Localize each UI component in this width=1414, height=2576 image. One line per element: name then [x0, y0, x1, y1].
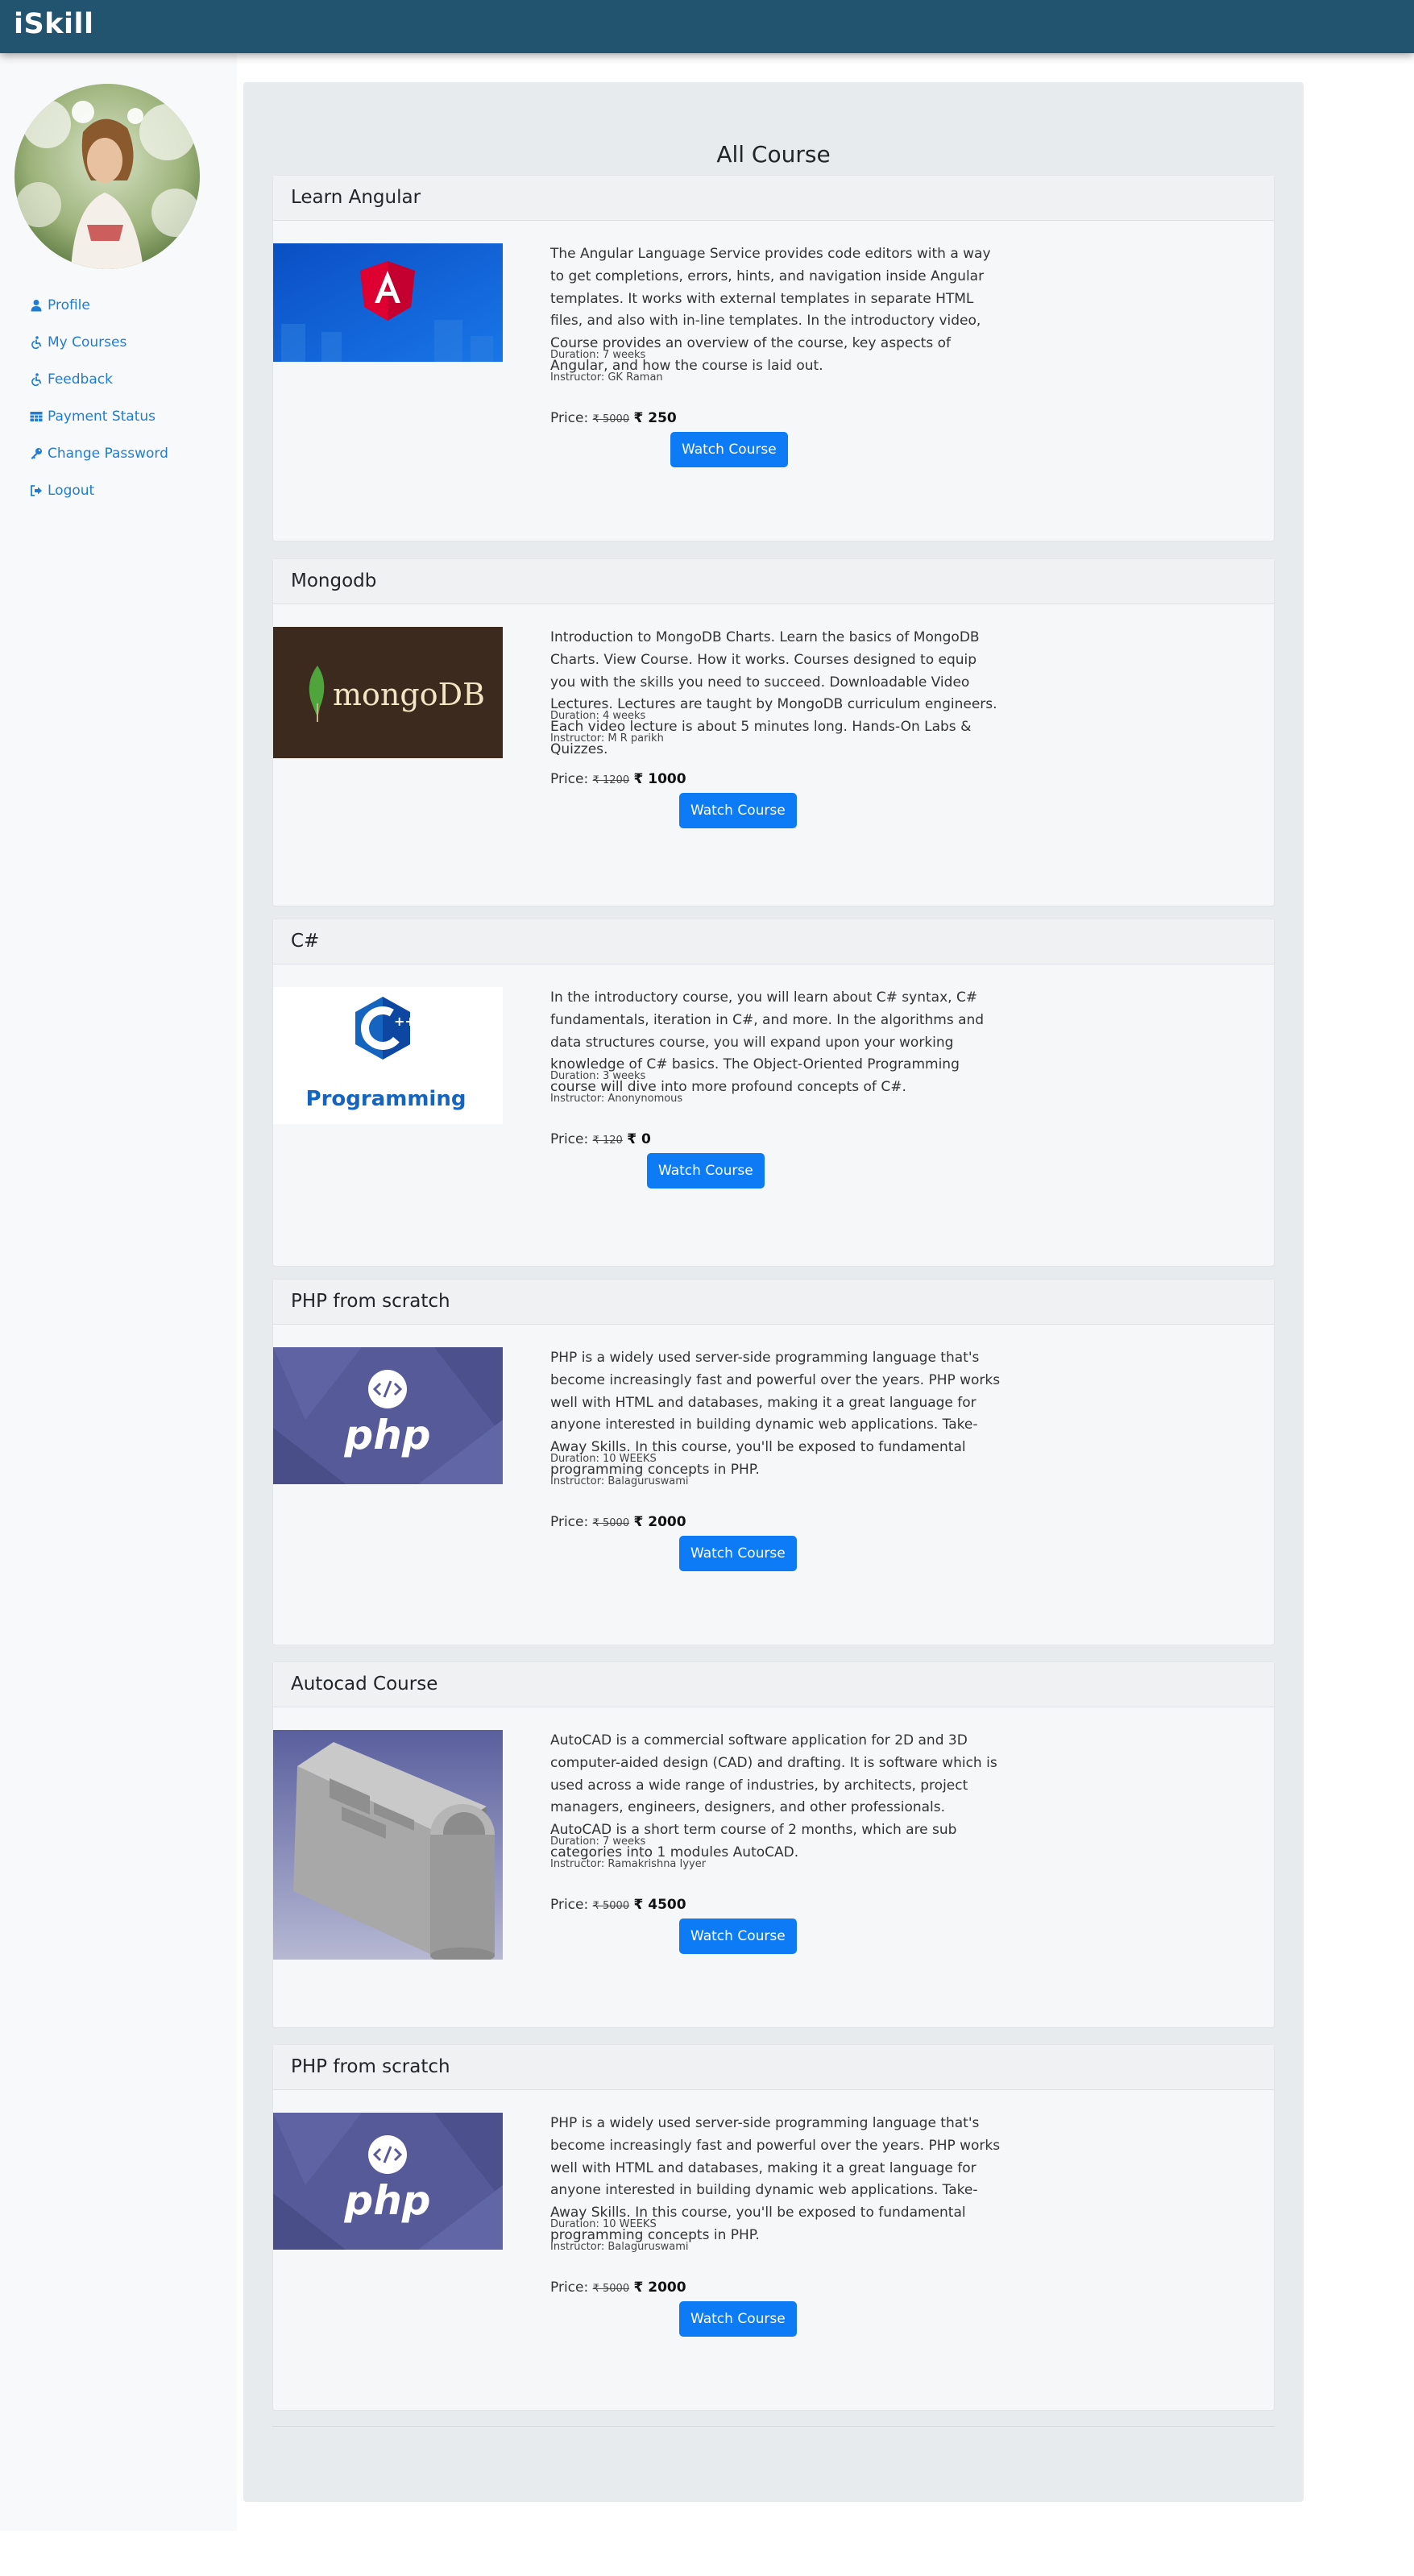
course-card: PHP from scratch php PHP is a widely use…	[272, 2044, 1275, 2411]
cpp-programming-logo: ++ Programming	[273, 987, 503, 1124]
php-logo: php	[273, 1347, 503, 1484]
original-price: ₹ 1200	[592, 774, 630, 786]
course-card: Learn Angular The Angular Language Servi…	[272, 175, 1275, 541]
original-price: ₹ 5000	[592, 1517, 630, 1529]
watch-course-button[interactable]: Watch Course	[679, 793, 797, 828]
sign-out-icon	[28, 483, 44, 499]
course-title: C#	[273, 919, 1274, 964]
course-title: Mongodb	[273, 559, 1274, 604]
price-label: Price:	[550, 1131, 589, 1147]
sidebar-nav: Profile My Courses Feedback Payment Stat…	[28, 287, 168, 509]
sidebar: Profile My Courses Feedback Payment Stat…	[0, 53, 237, 2531]
course-duration: Duration: 4 weeks	[550, 710, 646, 722]
sidebar-item-change-password[interactable]: Change Password	[28, 435, 168, 472]
sidebar-item-label: My Courses	[48, 334, 127, 351]
watch-course-button[interactable]: Watch Course	[679, 2301, 797, 2337]
page-title: All Course	[716, 141, 831, 168]
accessibility-icon	[28, 334, 44, 351]
key-icon	[28, 446, 44, 462]
php-logo: php	[273, 2113, 503, 2250]
sidebar-item-my-courses[interactable]: My Courses	[28, 324, 168, 361]
course-price: Price: ₹ 1200 ₹ 1000	[550, 771, 686, 787]
sidebar-item-label: Logout	[48, 483, 95, 499]
discounted-price: ₹ 4500	[633, 1897, 686, 1913]
accessibility-icon	[28, 371, 44, 388]
course-card: Mongodb mongoDB Introduction to MongoDB …	[272, 558, 1275, 906]
autocad-model	[273, 1730, 503, 1960]
course-duration: Duration: 7 weeks	[550, 1836, 646, 1848]
course-duration: Duration: 10 WEEKS	[550, 1453, 657, 1465]
course-instructor: Instructor: Balaguruswami	[550, 1475, 689, 1487]
price-label: Price:	[550, 410, 589, 426]
course-instructor: Instructor: Balaguruswami	[550, 2241, 689, 2253]
course-price: Price: ₹ 5000 ₹ 250	[550, 410, 677, 426]
brand-logo[interactable]: iSkill	[14, 8, 93, 40]
table-icon	[28, 409, 44, 425]
discounted-price: ₹ 250	[633, 410, 677, 426]
sidebar-item-label: Feedback	[48, 371, 113, 388]
watch-course-button[interactable]: Watch Course	[670, 432, 788, 467]
discounted-price: ₹ 2000	[633, 2279, 686, 2296]
watch-course-button[interactable]: Watch Course	[647, 1153, 765, 1188]
sidebar-item-label: Change Password	[48, 446, 168, 462]
course-duration: Duration: 3 weeks	[550, 1070, 646, 1082]
sidebar-item-logout[interactable]: Logout	[28, 472, 168, 509]
original-price: ₹ 5000	[592, 1900, 630, 1912]
avatar	[15, 84, 200, 269]
sidebar-item-label: Payment Status	[48, 409, 155, 425]
top-navbar: iSkill	[0, 0, 1414, 53]
price-label: Price:	[550, 2279, 589, 2296]
programming-wordmark: Programming	[306, 1087, 466, 1111]
course-instructor: Instructor: GK Raman	[550, 371, 663, 384]
course-title: Autocad Course	[273, 1662, 1274, 1707]
course-instructor: Instructor: M R parikh	[550, 732, 664, 745]
course-instructor: Instructor: Anonynomous	[550, 1093, 683, 1105]
discounted-price: ₹ 0	[627, 1131, 651, 1147]
course-card: PHP from scratch php PHP is a widely use…	[272, 1279, 1275, 1645]
php-wordmark: php	[343, 2177, 430, 2224]
course-title: PHP from scratch	[273, 1280, 1274, 1325]
course-card: C# ++ Programming In the introductory co…	[272, 919, 1275, 1267]
discounted-price: ₹ 2000	[633, 1514, 686, 1530]
course-panel: All Course Learn Angular The Angular Lan…	[243, 82, 1304, 2502]
mongodb-wordmark: mongoDB	[333, 677, 485, 712]
price-label: Price:	[550, 1514, 589, 1530]
price-label: Price:	[550, 771, 589, 787]
sidebar-item-label: Profile	[48, 297, 90, 313]
divider	[272, 2426, 1275, 2427]
course-price: Price: ₹ 120 ₹ 0	[550, 1131, 651, 1147]
mongodb-logo: mongoDB	[273, 627, 503, 758]
sidebar-item-payment-status[interactable]: Payment Status	[28, 398, 168, 435]
course-price: Price: ₹ 5000 ₹ 2000	[550, 2279, 686, 2296]
course-title: Learn Angular	[273, 176, 1274, 221]
course-duration: Duration: 10 WEEKS	[550, 2218, 657, 2230]
course-card: Autocad Course AutoCAD is a commercial s…	[272, 1661, 1275, 2028]
original-price: ₹ 120	[592, 1135, 623, 1147]
course-instructor: Instructor: Ramakrishna Iyyer	[550, 1858, 707, 1870]
sidebar-item-feedback[interactable]: Feedback	[28, 361, 168, 398]
user-icon	[28, 297, 44, 313]
price-label: Price:	[550, 1897, 589, 1913]
original-price: ₹ 5000	[592, 413, 630, 425]
angular-logo	[273, 243, 503, 362]
sidebar-item-profile[interactable]: Profile	[28, 287, 168, 324]
svg-text:++: ++	[394, 1014, 416, 1029]
course-title: PHP from scratch	[273, 2045, 1274, 2090]
php-wordmark: php	[343, 1412, 430, 1458]
original-price: ₹ 5000	[592, 2283, 630, 2295]
watch-course-button[interactable]: Watch Course	[679, 1919, 797, 1954]
course-price: Price: ₹ 5000 ₹ 2000	[550, 1514, 686, 1530]
discounted-price: ₹ 1000	[633, 771, 686, 787]
course-price: Price: ₹ 5000 ₹ 4500	[550, 1897, 686, 1913]
course-duration: Duration: 7 weeks	[550, 349, 646, 361]
watch-course-button[interactable]: Watch Course	[679, 1536, 797, 1571]
